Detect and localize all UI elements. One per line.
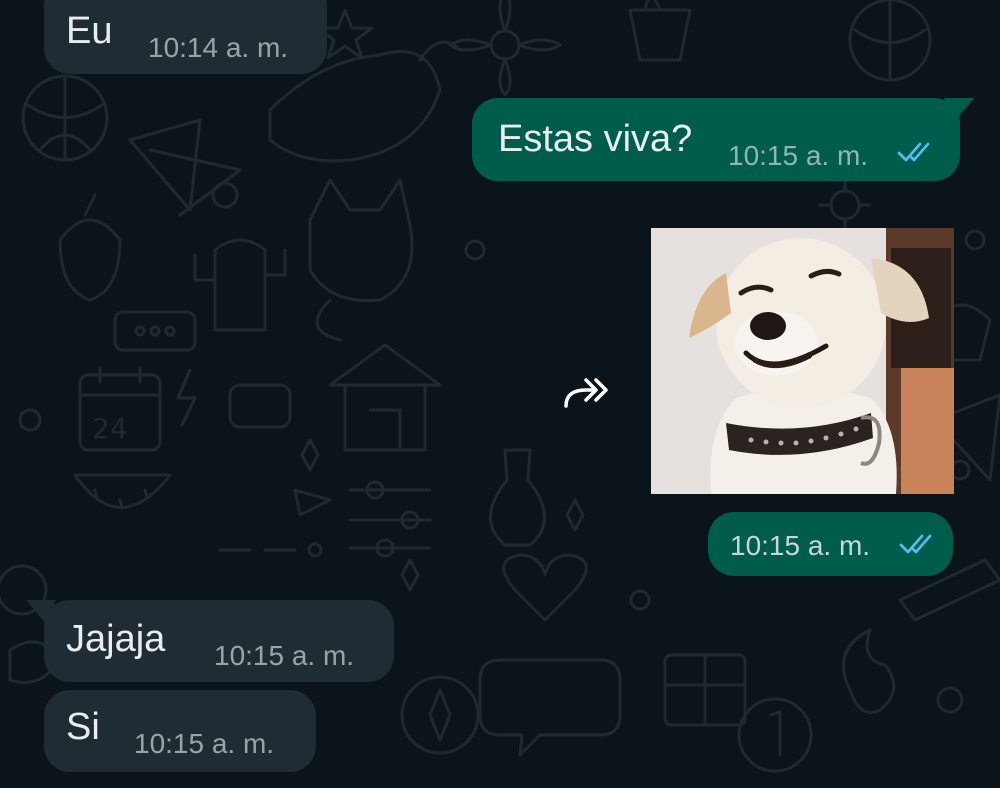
sticker-timestamp-bubble: 10:15 a. m. [708,512,953,576]
incoming-message-5[interactable]: Si 10:15 a. m. [44,690,316,772]
message-text: Si [66,706,100,748]
message-text: Estas viva? [498,118,693,160]
incoming-message-4[interactable]: Jajaja 10:15 a. m. [44,600,394,682]
message-timestamp: 10:14 a. m. [148,32,289,63]
forward-icon[interactable] [562,372,612,412]
message-timestamp: 10:15 a. m. [214,640,355,671]
chat-conversation: 24 Eu 10:14 a. m. Estas viva? 10:15 a. m… [0,0,1000,788]
incoming-message-1[interactable]: Eu 10:14 a. m. [44,0,327,74]
double-check-icon [899,534,932,554]
message-text: Eu [66,10,113,52]
svg-text:24: 24 [92,412,128,445]
message-timestamp: 10:15 a. m. [730,530,871,561]
double-check-icon [897,142,930,162]
message-timestamp: 10:15 a. m. [134,728,275,759]
outgoing-message-2[interactable]: Estas viva? 10:15 a. m. [472,98,960,181]
dog-sticker[interactable] [651,228,954,494]
smiling-dog-image [651,228,954,494]
message-timestamp: 10:15 a. m. [728,140,869,171]
message-text: Jajaja [66,618,166,660]
bubble-tail [944,98,974,122]
